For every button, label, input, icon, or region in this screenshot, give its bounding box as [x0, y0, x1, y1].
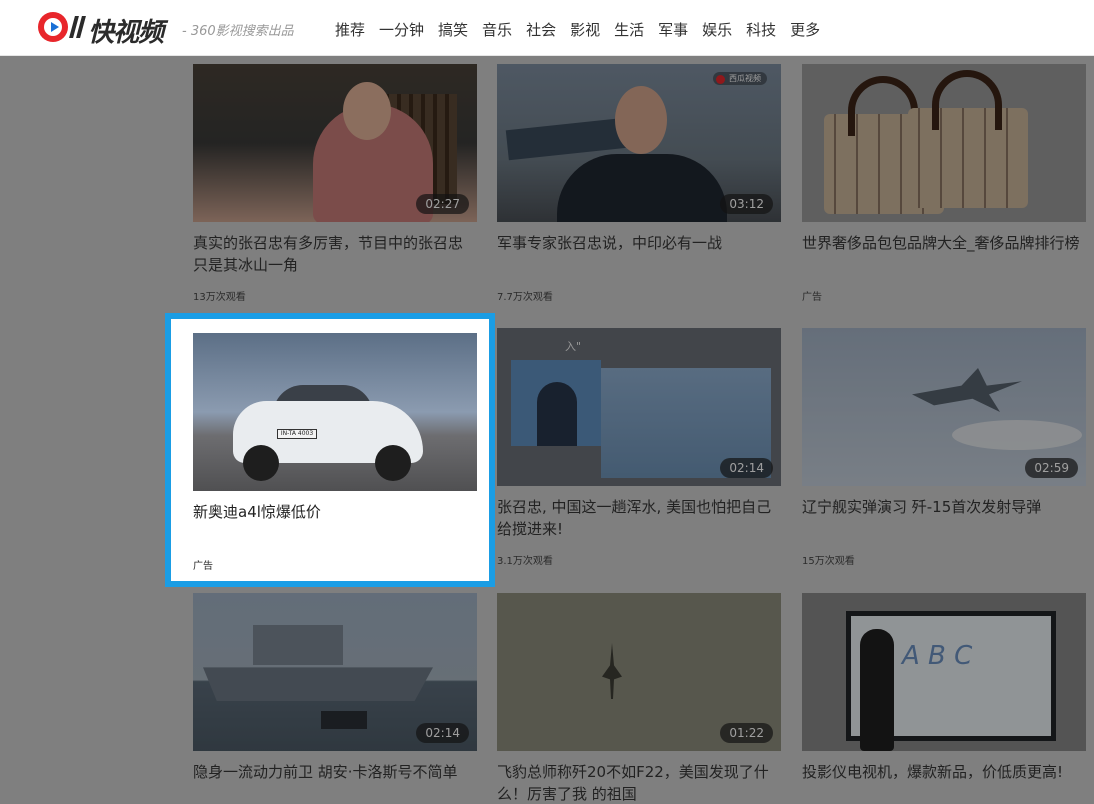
brand-tagline: - 360影视搜索出品: [182, 24, 294, 39]
video-thumbnail[interactable]: 01:22: [497, 593, 781, 751]
nav-item[interactable]: 生活: [614, 19, 644, 40]
video-caption: 入": [565, 340, 582, 353]
video-title[interactable]: 张召忠, 中国这一趟浑水, 美国也怕把自己给搅进来!: [497, 496, 781, 540]
video-thumbnail[interactable]: 西瓜视频 03:12: [497, 64, 781, 222]
nav-item[interactable]: 更多: [790, 19, 820, 40]
brand-name[interactable]: 快视频: [88, 12, 164, 49]
video-title[interactable]: 投影仪电视机，爆款新品，价低质更高!: [802, 761, 1086, 804]
video-thumbnail[interactable]: 02:14: [193, 593, 477, 751]
view-count: 7.7万次观看: [497, 292, 553, 303]
board-writing: A B C: [902, 641, 973, 671]
nav-item[interactable]: 军事: [658, 19, 688, 40]
nav-item[interactable]: 社会: [526, 19, 556, 40]
ad-card[interactable]: IN-TA 4003 新奥迪a4l惊爆低价 广告: [193, 333, 477, 572]
top-bar: 快视频 - 360影视搜索出品 推荐 一分钟 搞笑 音乐 社会 影视 生活 军事…: [0, 0, 1094, 56]
duration-badge: 03:12: [720, 194, 773, 214]
view-count: 15万次观看: [802, 556, 855, 567]
video-card[interactable]: 01:22 飞豹总师称歼20不如F22，美国发现了什么！厉害了我 的祖国: [497, 593, 781, 804]
video-title[interactable]: 军事专家张召忠说，中印必有一战: [497, 232, 781, 276]
video-title[interactable]: 真实的张召忠有多厉害，节目中的张召忠只是其冰山一角: [193, 232, 477, 276]
video-card[interactable]: 西瓜视频 03:12 军事专家张召忠说，中印必有一战 7.7万次观看: [497, 64, 781, 303]
duration-badge: 02:27: [416, 194, 469, 214]
video-card[interactable]: 02:59 辽宁舰实弹演习 歼-15首次发射导弹 15万次观看: [802, 328, 1086, 567]
video-title[interactable]: 飞豹总师称歼20不如F22，美国发现了什么！厉害了我 的祖国: [497, 761, 781, 804]
ad-title[interactable]: 新奥迪a4l惊爆低价: [193, 501, 477, 545]
duration-badge: 02:59: [1025, 458, 1078, 478]
nav-item[interactable]: 搞笑: [438, 19, 468, 40]
category-nav: 推荐 一分钟 搞笑 音乐 社会 影视 生活 军事 娱乐 科技 更多: [335, 19, 820, 40]
nav-item[interactable]: 音乐: [482, 19, 512, 40]
play-logo-icon[interactable]: [38, 12, 68, 42]
license-plate: IN-TA 4003: [277, 429, 317, 439]
video-card[interactable]: 02:14 隐身一流动力前卫 胡安·卡洛斯号不简单: [193, 593, 477, 804]
nav-item[interactable]: 科技: [746, 19, 776, 40]
view-count: 3.1万次观看: [497, 556, 553, 567]
logo-bars-icon: [69, 16, 86, 38]
video-title[interactable]: 隐身一流动力前卫 胡安·卡洛斯号不简单: [193, 761, 477, 804]
video-card[interactable]: 02:27 真实的张召忠有多厉害，节目中的张召忠只是其冰山一角 13万次观看: [193, 64, 477, 303]
duration-badge: 02:14: [720, 458, 773, 478]
nav-item[interactable]: 娱乐: [702, 19, 732, 40]
video-thumbnail[interactable]: A B C: [802, 593, 1086, 751]
nav-item[interactable]: 一分钟: [379, 19, 424, 40]
ad-label: 广告: [802, 292, 822, 303]
view-count: 13万次观看: [193, 292, 246, 303]
video-thumbnail[interactable]: 入" 02:14: [497, 328, 781, 486]
ad-label: 广告: [193, 561, 213, 572]
source-badge: 西瓜视频: [713, 72, 767, 85]
ad-thumbnail[interactable]: [802, 64, 1086, 222]
duration-badge: 01:22: [720, 723, 773, 743]
nav-item[interactable]: 推荐: [335, 19, 365, 40]
ad-card[interactable]: 世界奢侈品包包品牌大全_奢侈品牌排行榜 广告: [802, 64, 1086, 303]
video-thumbnail[interactable]: 02:59: [802, 328, 1086, 486]
ad-thumbnail[interactable]: IN-TA 4003: [193, 333, 477, 491]
duration-badge: 02:14: [416, 723, 469, 743]
video-card[interactable]: A B C 投影仪电视机，爆款新品，价低质更高!: [802, 593, 1086, 804]
ad-title[interactable]: 世界奢侈品包包品牌大全_奢侈品牌排行榜: [802, 232, 1086, 276]
video-title[interactable]: 辽宁舰实弹演习 歼-15首次发射导弹: [802, 496, 1086, 540]
video-card[interactable]: 入" 02:14 张召忠, 中国这一趟浑水, 美国也怕把自己给搅进来! 3.1万…: [497, 328, 781, 567]
video-thumbnail[interactable]: 02:27: [193, 64, 477, 222]
nav-item[interactable]: 影视: [570, 19, 600, 40]
